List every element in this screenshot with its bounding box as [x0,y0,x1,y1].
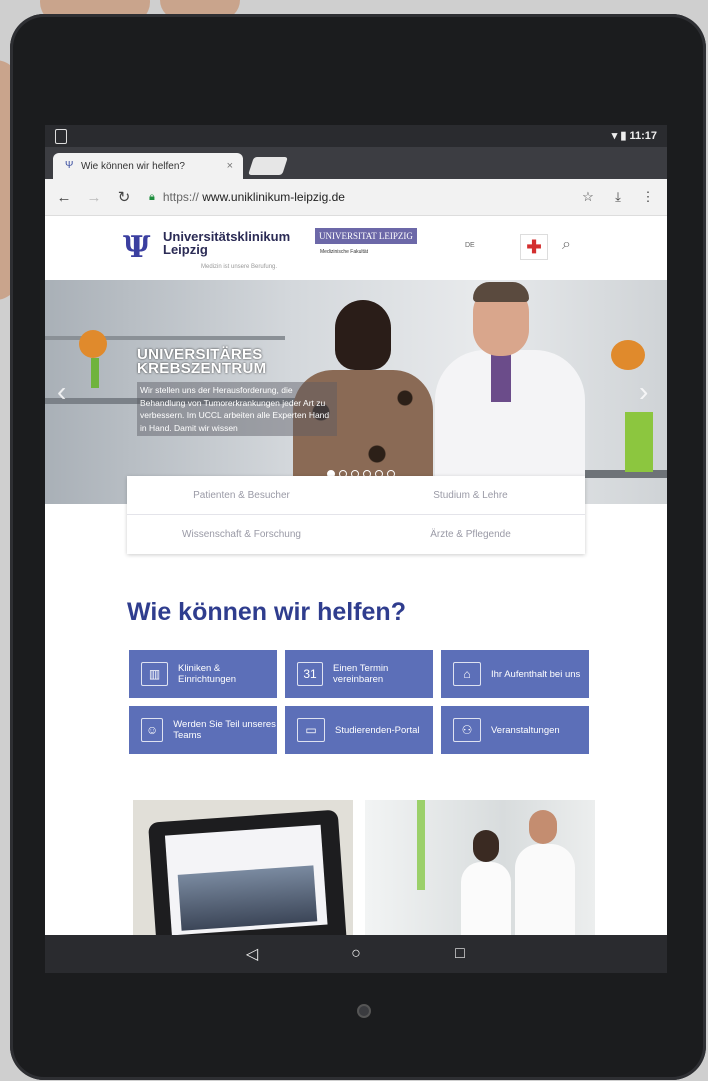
status-right: ▾ ▮ 11:17 [611,130,657,142]
slider-next-icon[interactable]: › [639,376,648,408]
nav-back-icon[interactable]: ◁ [240,944,264,964]
reload-icon[interactable]: ↻ [113,188,135,206]
patient-head [335,300,391,370]
bed-icon: ⌂ [453,662,481,686]
teaser-green-accent [417,800,425,890]
nav-recents-icon[interactable]: □ [448,945,472,963]
tile-label: Studierenden-Portal [335,724,420,736]
nav-patients[interactable]: Patienten & Besucher [127,476,356,515]
help-tiles: ▥ Kliniken & Einrichtungen 31 Einen Term… [129,650,589,754]
tile-label: Einen Termin vereinbaren [333,663,389,685]
building-icon: ▥ [141,662,168,686]
forward-icon[interactable]: → [83,189,105,206]
flowers-right [611,340,645,370]
tile-appointment[interactable]: 31 Einen Termin vereinbaren [285,650,433,698]
people-icon: ⚇ [453,718,481,742]
hero-title[interactable]: UNIVERSITÄRES KREBSZENTRUM [137,347,337,377]
monitor-icon: ▭ [297,718,325,742]
doctor-head-small [529,810,557,844]
close-tab-icon[interactable]: × [227,160,233,172]
university-sub: Medizinische Fakultät [320,249,369,255]
help-heading: Wie können wir helfen? [127,598,406,626]
team-icon: ☺ [141,718,164,742]
nav-study[interactable]: Studium & Lehre [356,476,585,515]
slider-prev-icon[interactable]: ‹ [57,376,66,408]
logo-icon[interactable]: Ψ [123,230,150,265]
teaser-device-image [177,865,318,931]
university-logo[interactable]: UNIVERSITAT LEIPZIG [315,228,417,244]
logo-name-line2: Leipzig [163,242,208,257]
emergency-cross-icon[interactable]: ✚ [520,234,548,260]
tile-label: Ihr Aufenthalt bei uns [491,668,581,680]
tile-label: Werden Sie Teil unseres Teams [173,719,276,741]
web-page: Ψ Universitätsklinikum Leipzig Medizin i… [45,216,667,973]
url-scheme: https:// [162,190,199,204]
back-icon[interactable]: ← [53,189,75,206]
lock-icon: 🔒︎ [149,190,155,203]
hero-title-line2: KREBSZENTRUM [137,360,267,377]
tile-stay[interactable]: ⌂ Ihr Aufenthalt bei uns [441,650,589,698]
browser-tab[interactable]: Ψ Wie können wir helfen? × [53,153,243,179]
nav-home-icon[interactable]: ○ [344,945,368,963]
tile-careers[interactable]: ☺ Werden Sie Teil unseres Teams [129,706,277,754]
logo-tagline: Medizin ist unsere Berufung. [201,264,278,270]
notification-icon [55,129,67,144]
favicon-icon: Ψ [65,160,74,171]
menu-dots-icon[interactable]: ⋮ [637,189,659,205]
tablet-screen: ▾ ▮ 11:17 Ψ Wie können wir helfen? × ← →… [45,125,667,973]
status-bar: ▾ ▮ 11:17 [45,125,667,147]
status-time: 11:17 [629,130,657,142]
nurse-head [473,830,499,862]
nav-science[interactable]: Wissenschaft & Forschung [127,515,356,554]
tile-clinics[interactable]: ▥ Kliniken & Einrichtungen [129,650,277,698]
url-host: www.uniklinikum-leipzig.de [202,190,345,204]
hero-text: Wir stellen uns der Herausforderung, die… [137,382,337,436]
android-nav-bar: ◁ ○ □ [45,935,667,973]
teaser-device-screen [164,824,328,936]
search-icon[interactable]: ⌕ [562,236,571,254]
tile-student-portal[interactable]: ▭ Studierenden-Portal [285,706,433,754]
url-field[interactable]: https:// www.uniklinikum-leipzig.de [163,190,577,204]
tab-title: Wie können wir helfen? [81,160,185,172]
tile-label: Kliniken & Einrichtungen [178,663,237,685]
tablet-camera [357,1004,371,1018]
hero-caption: UNIVERSITÄRES KREBSZENTRUM Wir stellen u… [137,347,337,436]
download-icon[interactable]: ⤓ [607,189,629,205]
address-bar: ← → ↻ 🔒︎ https:// www.uniklinikum-leipzi… [45,179,667,216]
browser-tab-strip: Ψ Wie können wir helfen? × [45,147,667,179]
vase-right [625,412,653,472]
hero-slider: UNIVERSITÄRES KREBSZENTRUM Wir stellen u… [45,280,667,504]
vase-left [91,358,99,388]
tile-events[interactable]: ⚇ Veranstaltungen [441,706,589,754]
audience-nav: Patienten & Besucher Studium & Lehre Wis… [127,476,585,554]
language-switch[interactable]: DE [465,242,475,249]
nav-doctors[interactable]: Ärzte & Pflegende [356,515,585,554]
hero-doctor [435,280,595,504]
new-tab-button[interactable] [248,157,288,175]
tile-label: Veranstaltungen [491,724,560,736]
logo-name[interactable]: Universitätsklinikum Leipzig [163,230,290,256]
doctor-shirt [491,352,511,402]
calendar-icon: 31 [297,662,324,686]
flowers-left [79,330,107,358]
site-header: Ψ Universitätsklinikum Leipzig Medizin i… [45,216,667,280]
bookmark-star-icon[interactable]: ☆ [577,189,599,205]
doctor-hair [473,282,529,302]
